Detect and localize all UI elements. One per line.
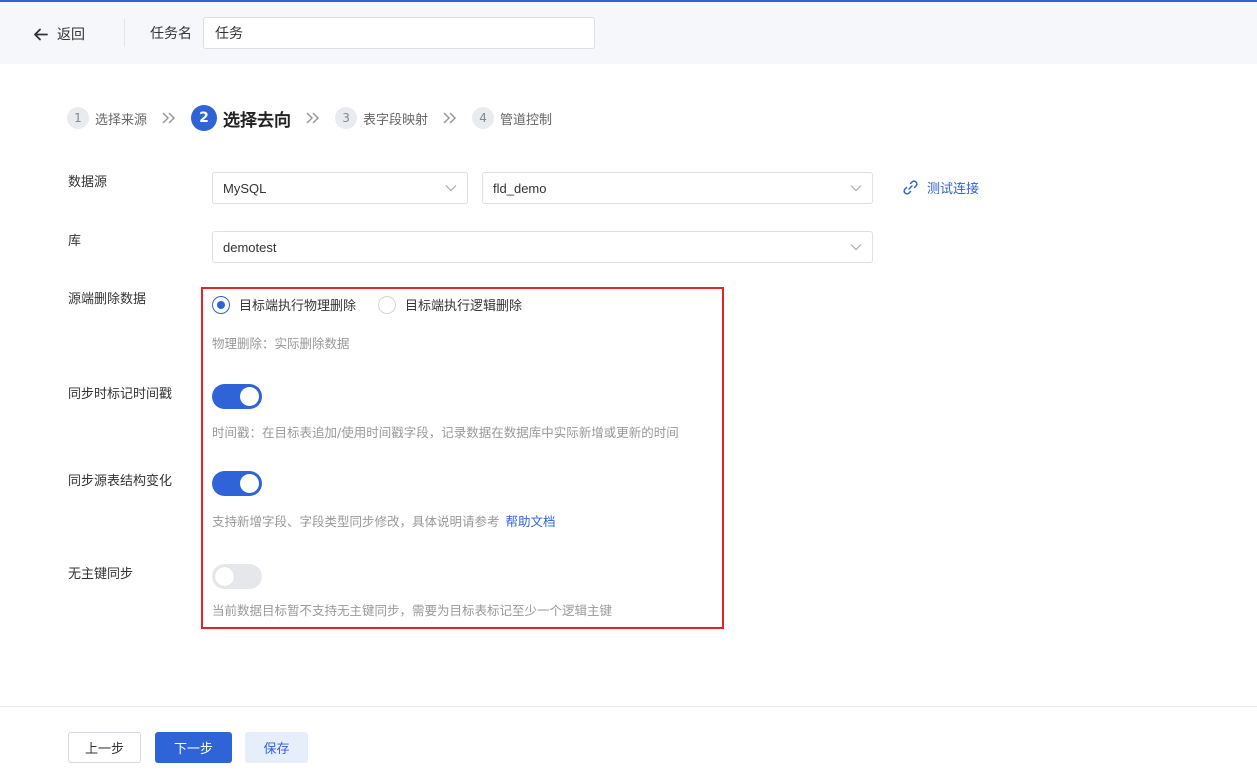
datasource-type-value: MySQL: [223, 180, 267, 196]
double-chevron-icon: [305, 111, 321, 125]
radio-unchecked-indicator: [378, 295, 396, 314]
header-bar: 返回 任务名: [0, 2, 1257, 64]
wizard-steps: 1 选择来源 2 选择去向 3 表字段映射 4 管道控制: [67, 105, 552, 131]
back-button[interactable]: 返回: [32, 23, 85, 45]
toggle-knob: [240, 474, 259, 493]
datasource-connection-select[interactable]: fld_demo: [482, 172, 873, 204]
link-icon: [903, 180, 918, 195]
source-delete-hint: 物理删除：实际删除数据: [212, 336, 350, 351]
step-label: 管道控制: [500, 112, 553, 128]
step-field-mapping[interactable]: 3 表字段映射: [335, 107, 428, 129]
sync-schema-hint-text: 支持新增字段、字段类型同步修改，具体说明请参考: [212, 514, 500, 529]
header-divider: [124, 19, 125, 47]
step-pipeline-control[interactable]: 4 管道控制: [472, 107, 552, 129]
datasource-label: 数据源: [68, 175, 108, 190]
step-select-target[interactable]: 2 选择去向: [191, 105, 291, 131]
prev-step-button[interactable]: 上一步: [68, 732, 141, 763]
database-value: demotest: [223, 239, 277, 255]
task-name-input[interactable]: [203, 17, 595, 49]
task-name-label: 任务名: [150, 26, 192, 42]
step-label: 表字段映射: [363, 112, 429, 128]
source-delete-label: 源端删除数据: [68, 292, 147, 307]
chevron-down-icon: [850, 244, 862, 251]
no-pk-sync-label: 无主键同步: [68, 567, 134, 582]
chevron-down-icon: [850, 185, 862, 192]
chevron-down-icon: [445, 185, 457, 192]
database-label: 库: [68, 234, 82, 249]
step-number: 3: [335, 107, 358, 129]
save-button[interactable]: 保存: [245, 732, 308, 763]
sync-schema-toggle[interactable]: [212, 471, 262, 496]
radio-logical-delete[interactable]: 目标端执行逻辑删除: [378, 295, 522, 314]
no-pk-sync-toggle[interactable]: [212, 564, 262, 589]
sync-timestamp-hint: 时间戳：在目标表追加/使用时间戳字段，记录数据在数据库中实际新增或更新的时间: [212, 425, 679, 440]
radio-logical-delete-label: 目标端执行逻辑删除: [405, 299, 523, 314]
database-select[interactable]: demotest: [212, 231, 873, 263]
step-number: 1: [67, 107, 89, 129]
sync-timestamp-toggle[interactable]: [212, 384, 262, 409]
next-step-button[interactable]: 下一步: [155, 732, 232, 763]
datasource-type-select[interactable]: MySQL: [212, 172, 468, 204]
step-label: 选择来源: [95, 112, 148, 128]
step-number: 4: [472, 107, 495, 129]
radio-checked-indicator: [212, 295, 230, 314]
test-connection-link[interactable]: 测试连接: [902, 178, 979, 197]
toggle-knob: [215, 567, 234, 586]
footer-divider: [0, 706, 1257, 707]
datasource-connection-value: fld_demo: [493, 180, 547, 196]
step-label: 选择去向: [223, 110, 292, 131]
double-chevron-icon: [442, 111, 458, 125]
test-connection-label: 测试连接: [927, 182, 980, 197]
radio-physical-delete-label: 目标端执行物理删除: [239, 299, 357, 314]
step-number: 2: [191, 105, 218, 131]
step-select-source[interactable]: 1 选择来源: [67, 107, 147, 129]
radio-physical-delete[interactable]: 目标端执行物理删除: [212, 295, 356, 314]
sync-schema-label: 同步源表结构变化: [68, 474, 173, 489]
sync-schema-hint: 支持新增字段、字段类型同步修改，具体说明请参考 帮助文档: [212, 513, 556, 531]
toggle-knob: [240, 387, 259, 406]
arrow-left-icon: [34, 28, 48, 40]
back-label: 返回: [57, 27, 85, 43]
sync-timestamp-label: 同步时标记时间戳: [68, 387, 173, 402]
no-pk-sync-hint: 当前数据目标暂不支持无主键同步，需要为目标表标记至少一个逻辑主键: [212, 603, 613, 618]
help-doc-link[interactable]: 帮助文档: [506, 514, 556, 529]
double-chevron-icon: [161, 111, 177, 125]
